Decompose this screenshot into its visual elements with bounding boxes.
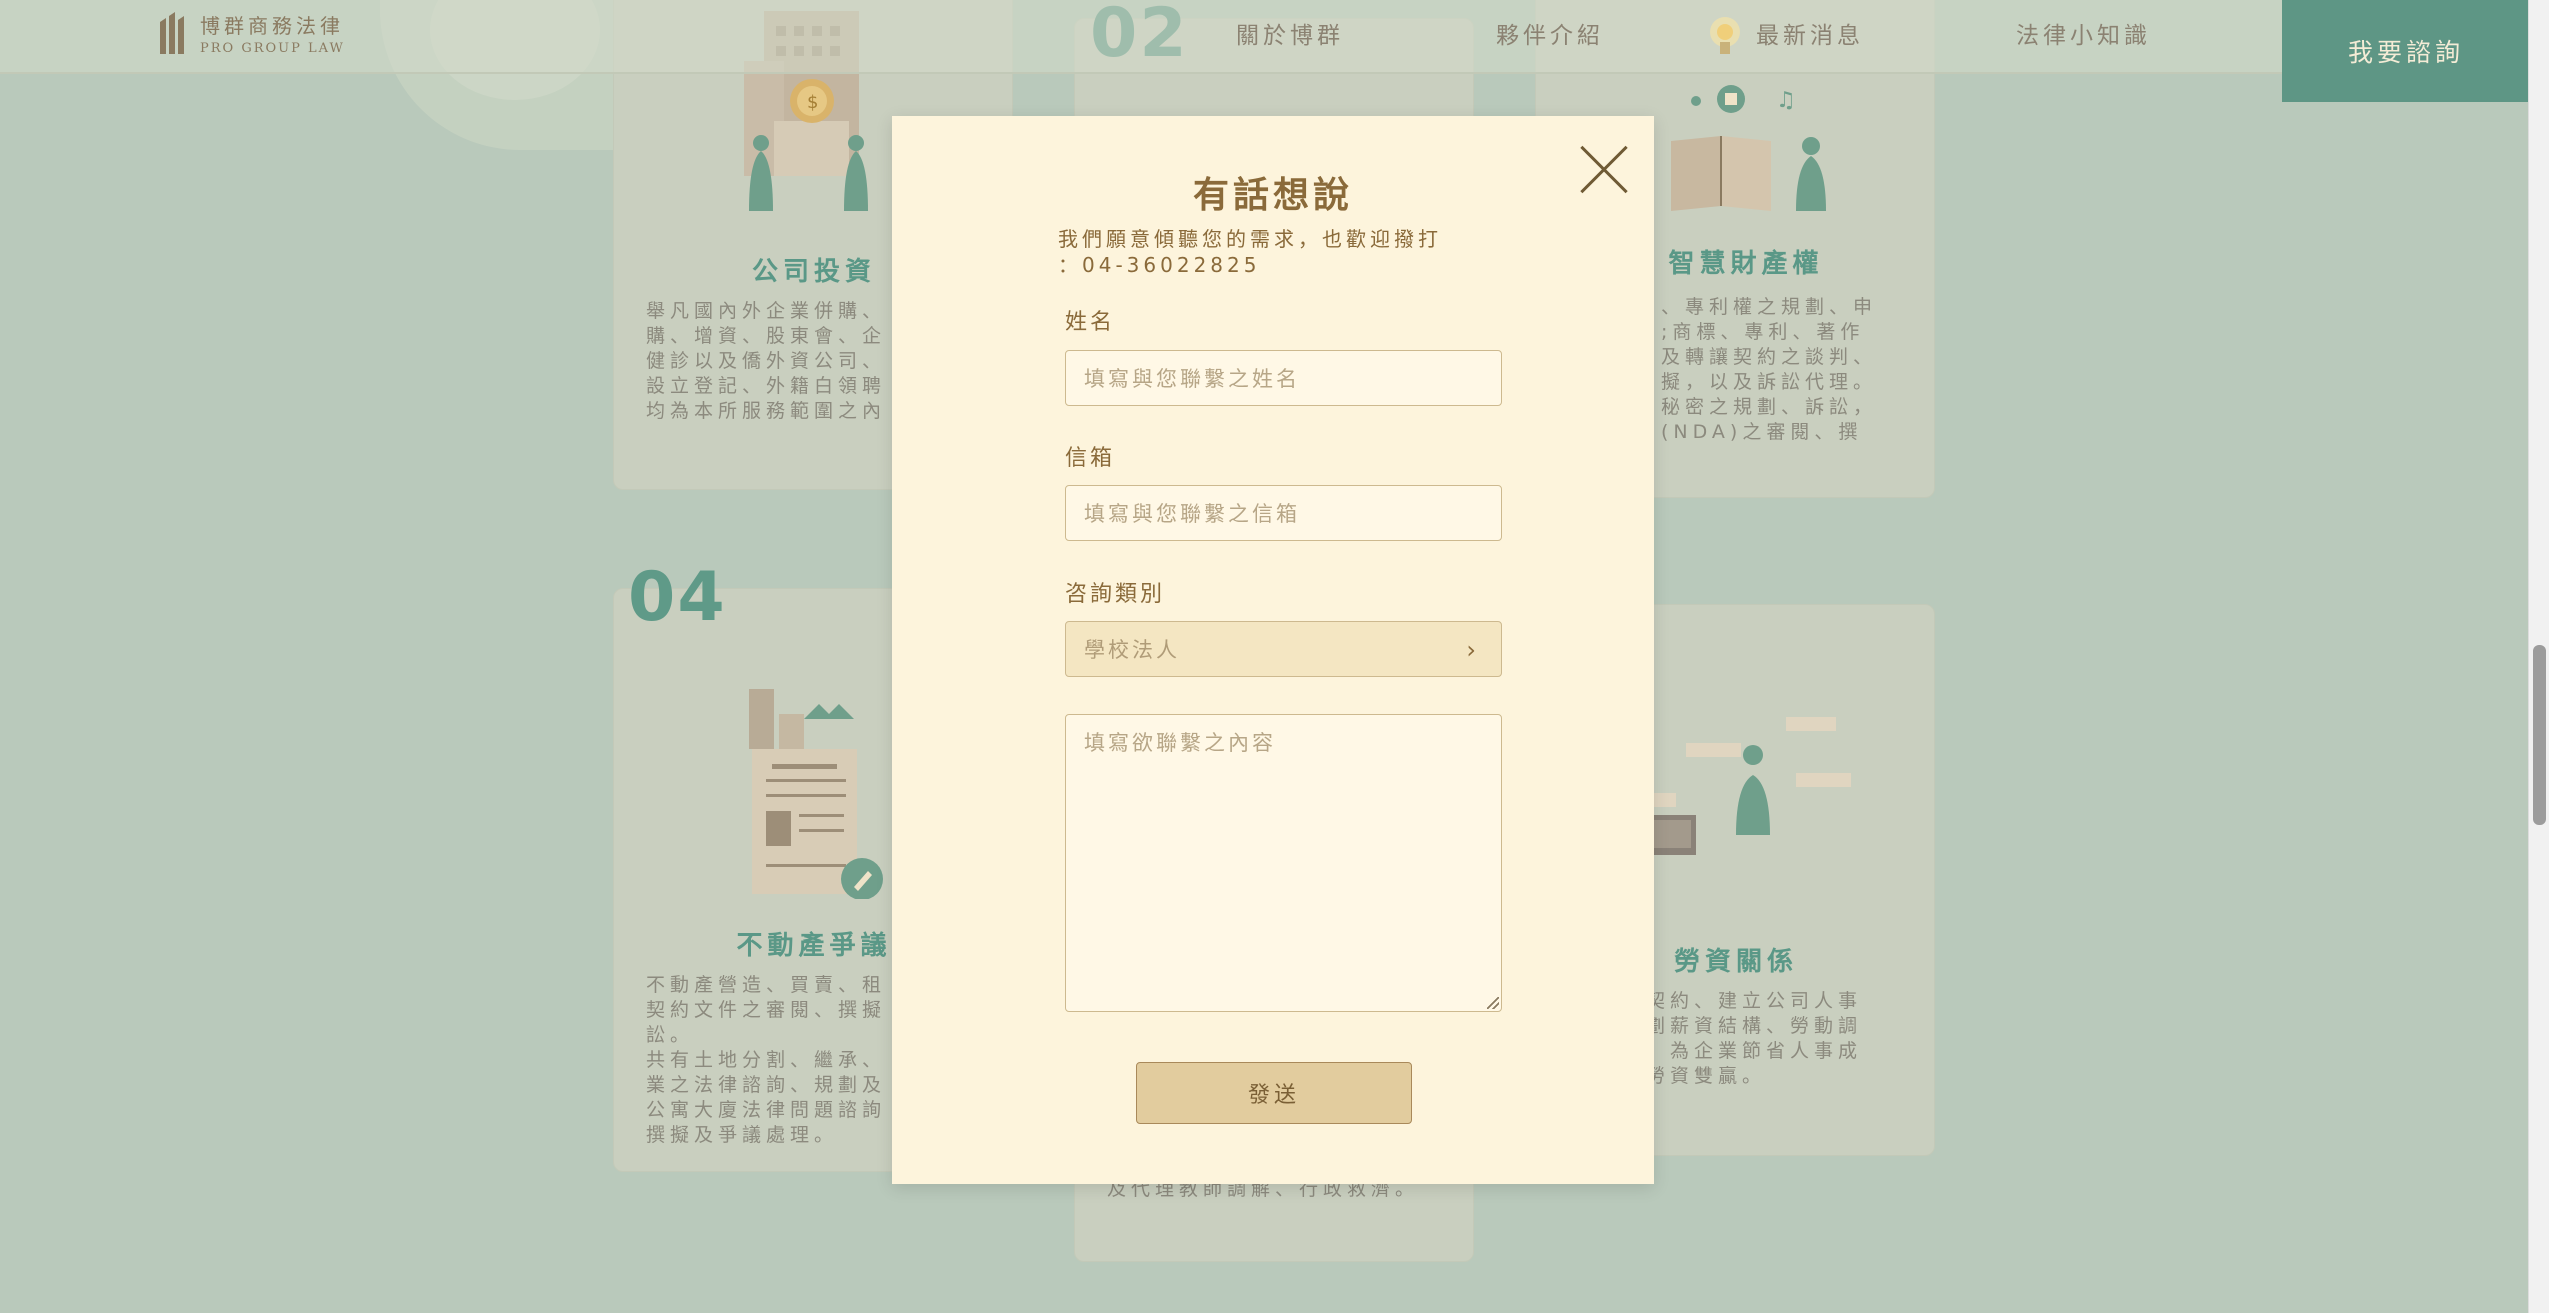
card-title: 智慧財產權 bbox=[1668, 249, 1824, 279]
resize-handle[interactable] bbox=[1487, 997, 1499, 1009]
svg-text:♫: ♫ bbox=[1776, 88, 1796, 113]
nav-item-news[interactable]: 最新消息 bbox=[1756, 16, 1864, 50]
svg-text:$: $ bbox=[807, 92, 818, 113]
modal-title: 有話想說 bbox=[1192, 175, 1353, 216]
page-scrollbar[interactable] bbox=[2528, 0, 2549, 1313]
card-description: 不動產營造、買賣、租 契約文件之審閱、撰擬 訟。 共有土地分割、繼承、 業之法律… bbox=[646, 974, 887, 1146]
scrollbar-thumb[interactable] bbox=[2533, 645, 2546, 825]
document-illustration bbox=[749, 689, 883, 899]
content-textarea[interactable]: 填寫欲聯繫之內容 bbox=[1065, 714, 1502, 1012]
card-description: 、專利權之規劃、申 ;商標、專利、著作 及轉讓契約之談判、 擬，以及訴訟代理。 … bbox=[1661, 296, 1878, 443]
book-illustration: ♫ bbox=[1671, 85, 1826, 211]
site-header: 博群商務法律 PRO GROUP LAW 關於博群 夥伴介紹 最新消息 法律小知… bbox=[0, 0, 2549, 102]
category-select[interactable]: 學校法人 › bbox=[1065, 621, 1502, 677]
category-label: 咨詢類別 bbox=[1065, 582, 1166, 607]
card-description: 契約、建立公司人事 劃薪資結構、勞動調 ，為企業節省人事成 勞資雙贏。 bbox=[1646, 990, 1863, 1087]
people-illustration bbox=[1636, 717, 1851, 855]
submit-button[interactable]: 發送 bbox=[1136, 1062, 1412, 1124]
lightbulb-icon bbox=[1710, 17, 1740, 54]
consult-button[interactable]: 我要諮詢 bbox=[2282, 0, 2530, 102]
category-value: 學校法人 bbox=[1084, 638, 1180, 662]
contact-modal: 有話想說 我們願意傾聽您的需求，也歡迎撥打 ：04-36022825 姓名 填寫… bbox=[892, 116, 1654, 1184]
chevron-right-icon: › bbox=[1466, 636, 1479, 664]
logo-text-cn: 博群商務法律 bbox=[200, 14, 344, 38]
logo-icon bbox=[160, 12, 184, 54]
card-description: 舉凡國內外企業併購、 購、增資、股東會、企 健診以及僑外資公司、 設立登記、外籍… bbox=[646, 300, 887, 422]
nav-item-about[interactable]: 關於博群 bbox=[1236, 16, 1344, 50]
card-number: 04 bbox=[628, 558, 727, 637]
name-label: 姓名 bbox=[1065, 310, 1116, 335]
name-input[interactable]: 填寫與您聯繫之姓名 bbox=[1065, 350, 1502, 406]
modal-subtitle: 我們願意傾聽您的需求，也歡迎撥打 ：04-36022825 bbox=[1058, 227, 1442, 277]
email-label: 信箱 bbox=[1065, 446, 1116, 471]
logo-text-en: PRO GROUP LAW bbox=[200, 41, 345, 56]
site-logo[interactable]: 博群商務法律 PRO GROUP LAW bbox=[158, 10, 345, 56]
content-placeholder: 填寫欲聯繫之內容 bbox=[1084, 731, 1276, 755]
nav-item-partners[interactable]: 夥伴介紹 bbox=[1496, 16, 1604, 50]
email-input[interactable]: 填寫與您聯繫之信箱 bbox=[1065, 485, 1502, 541]
nav-item-legal-knowledge[interactable]: 法律小知識 bbox=[2016, 16, 2151, 50]
